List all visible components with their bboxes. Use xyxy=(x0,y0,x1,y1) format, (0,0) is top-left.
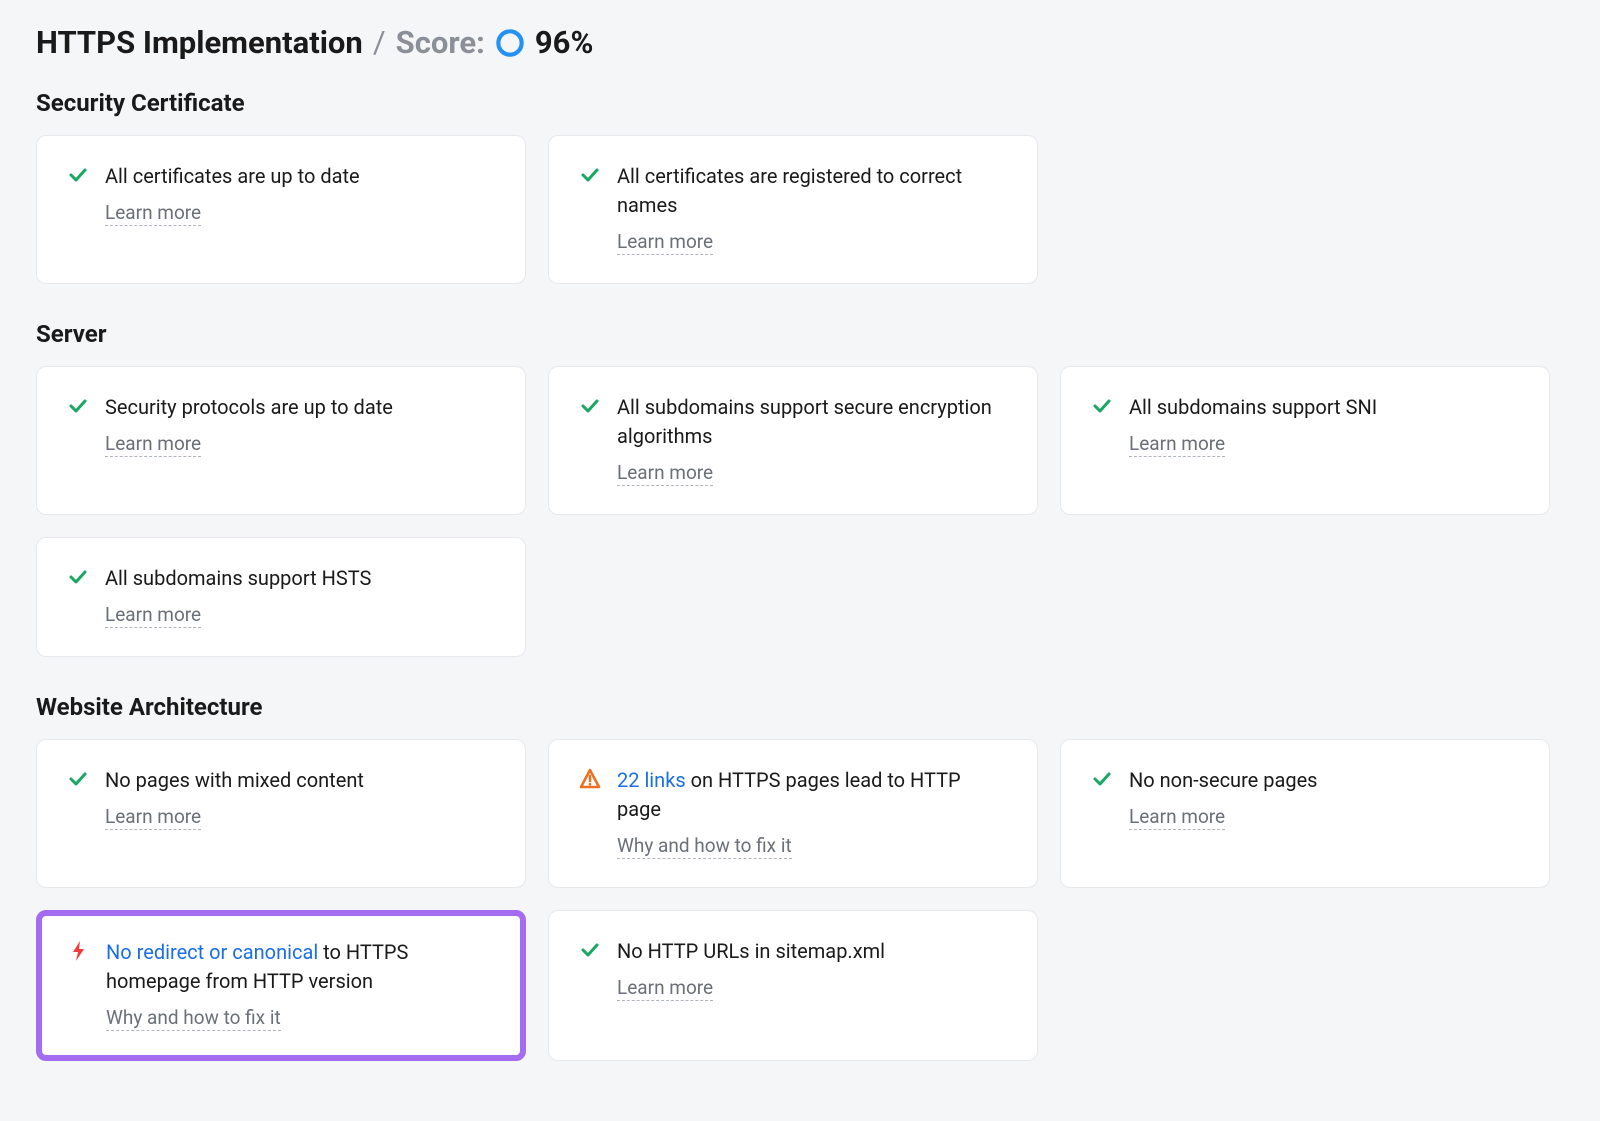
card-text: No non-secure pages xyxy=(1129,766,1519,795)
section: Website Architecture No pages with mixed … xyxy=(36,693,1564,1061)
card-body: No redirect or canonical to HTTPS homepa… xyxy=(106,938,494,1031)
page-header: HTTPS Implementation / Score: 96% xyxy=(36,24,1564,61)
card-text: All certificates are up to date xyxy=(105,162,495,191)
card-grid: Security protocols are up to date Learn m… xyxy=(36,366,1564,657)
card-grid: All certificates are up to date Learn mor… xyxy=(36,135,1564,284)
bolt-icon xyxy=(68,940,90,962)
card-text: All subdomains support secure encryption… xyxy=(617,393,1007,451)
learn-more-link[interactable]: Learn more xyxy=(105,805,201,830)
status-card: All subdomains support HSTS Learn more xyxy=(36,537,526,657)
status-card: 22 links on HTTPS pages lead to HTTP pag… xyxy=(548,739,1038,888)
card-body: All certificates are up to date Learn mor… xyxy=(105,162,495,226)
card-text: Security protocols are up to date xyxy=(105,393,495,422)
check-icon xyxy=(579,395,601,417)
card-text: 22 links on HTTPS pages lead to HTTP pag… xyxy=(617,766,1007,824)
score-ring-icon xyxy=(495,28,525,58)
learn-more-link[interactable]: Learn more xyxy=(617,461,713,486)
card-body: No non-secure pages Learn more xyxy=(1129,766,1519,830)
learn-more-link[interactable]: Learn more xyxy=(105,432,201,457)
card-text: No redirect or canonical to HTTPS homepa… xyxy=(106,938,494,996)
status-card: All certificates are up to date Learn mor… xyxy=(36,135,526,284)
learn-more-link[interactable]: Learn more xyxy=(1129,805,1225,830)
card-grid: No pages with mixed content Learn more 22 … xyxy=(36,739,1564,1061)
fix-link[interactable]: Why and how to fix it xyxy=(617,834,792,859)
learn-more-link[interactable]: Learn more xyxy=(617,976,713,1001)
section: Server Security protocols are up to date L… xyxy=(36,320,1564,657)
card-body: Security protocols are up to date Learn m… xyxy=(105,393,495,457)
learn-more-link[interactable]: Learn more xyxy=(105,201,201,226)
check-icon xyxy=(579,939,601,961)
learn-more-link[interactable]: Learn more xyxy=(1129,432,1225,457)
card-body: All certificates are registered to corre… xyxy=(617,162,1007,255)
status-card: All subdomains support secure encryption… xyxy=(548,366,1038,515)
card-body: No HTTP URLs in sitemap.xml Learn more xyxy=(617,937,1007,1001)
status-card: Security protocols are up to date Learn m… xyxy=(36,366,526,515)
header-separator: / xyxy=(373,24,386,61)
status-card: All subdomains support SNI Learn more xyxy=(1060,366,1550,515)
check-icon xyxy=(67,395,89,417)
card-text: No HTTP URLs in sitemap.xml xyxy=(617,937,1007,966)
page-title: HTTPS Implementation xyxy=(36,24,363,61)
section-title: Website Architecture xyxy=(36,693,1564,721)
check-icon xyxy=(67,164,89,186)
check-icon xyxy=(1091,395,1113,417)
card-body: 22 links on HTTPS pages lead to HTTP pag… xyxy=(617,766,1007,859)
card-body: All subdomains support HSTS Learn more xyxy=(105,564,495,628)
section: Security Certificate All certificates are… xyxy=(36,89,1564,284)
card-body: All subdomains support secure encryption… xyxy=(617,393,1007,486)
check-icon xyxy=(579,164,601,186)
card-text: All subdomains support HSTS xyxy=(105,564,495,593)
check-icon xyxy=(67,768,89,790)
section-title: Server xyxy=(36,320,1564,348)
status-card: No HTTP URLs in sitemap.xml Learn more xyxy=(548,910,1038,1061)
warning-icon xyxy=(579,768,601,790)
card-body: No pages with mixed content Learn more xyxy=(105,766,495,830)
check-icon xyxy=(1091,768,1113,790)
card-body: All subdomains support SNI Learn more xyxy=(1129,393,1519,457)
learn-more-link[interactable]: Learn more xyxy=(617,230,713,255)
score-label: Score: xyxy=(396,24,485,61)
section-title: Security Certificate xyxy=(36,89,1564,117)
status-card: No redirect or canonical to HTTPS homepa… xyxy=(36,910,526,1061)
card-text: No pages with mixed content xyxy=(105,766,495,795)
status-card: No pages with mixed content Learn more xyxy=(36,739,526,888)
fix-link[interactable]: Why and how to fix it xyxy=(106,1006,281,1031)
status-card: All certificates are registered to corre… xyxy=(548,135,1038,284)
learn-more-link[interactable]: Learn more xyxy=(105,603,201,628)
card-text: All subdomains support SNI xyxy=(1129,393,1519,422)
card-issue-link[interactable]: No redirect or canonical xyxy=(106,940,318,964)
card-issue-link[interactable]: 22 links xyxy=(617,768,686,792)
status-card: No non-secure pages Learn more xyxy=(1060,739,1550,888)
score-value: 96% xyxy=(535,24,594,61)
card-text: All certificates are registered to corre… xyxy=(617,162,1007,220)
check-icon xyxy=(67,566,89,588)
